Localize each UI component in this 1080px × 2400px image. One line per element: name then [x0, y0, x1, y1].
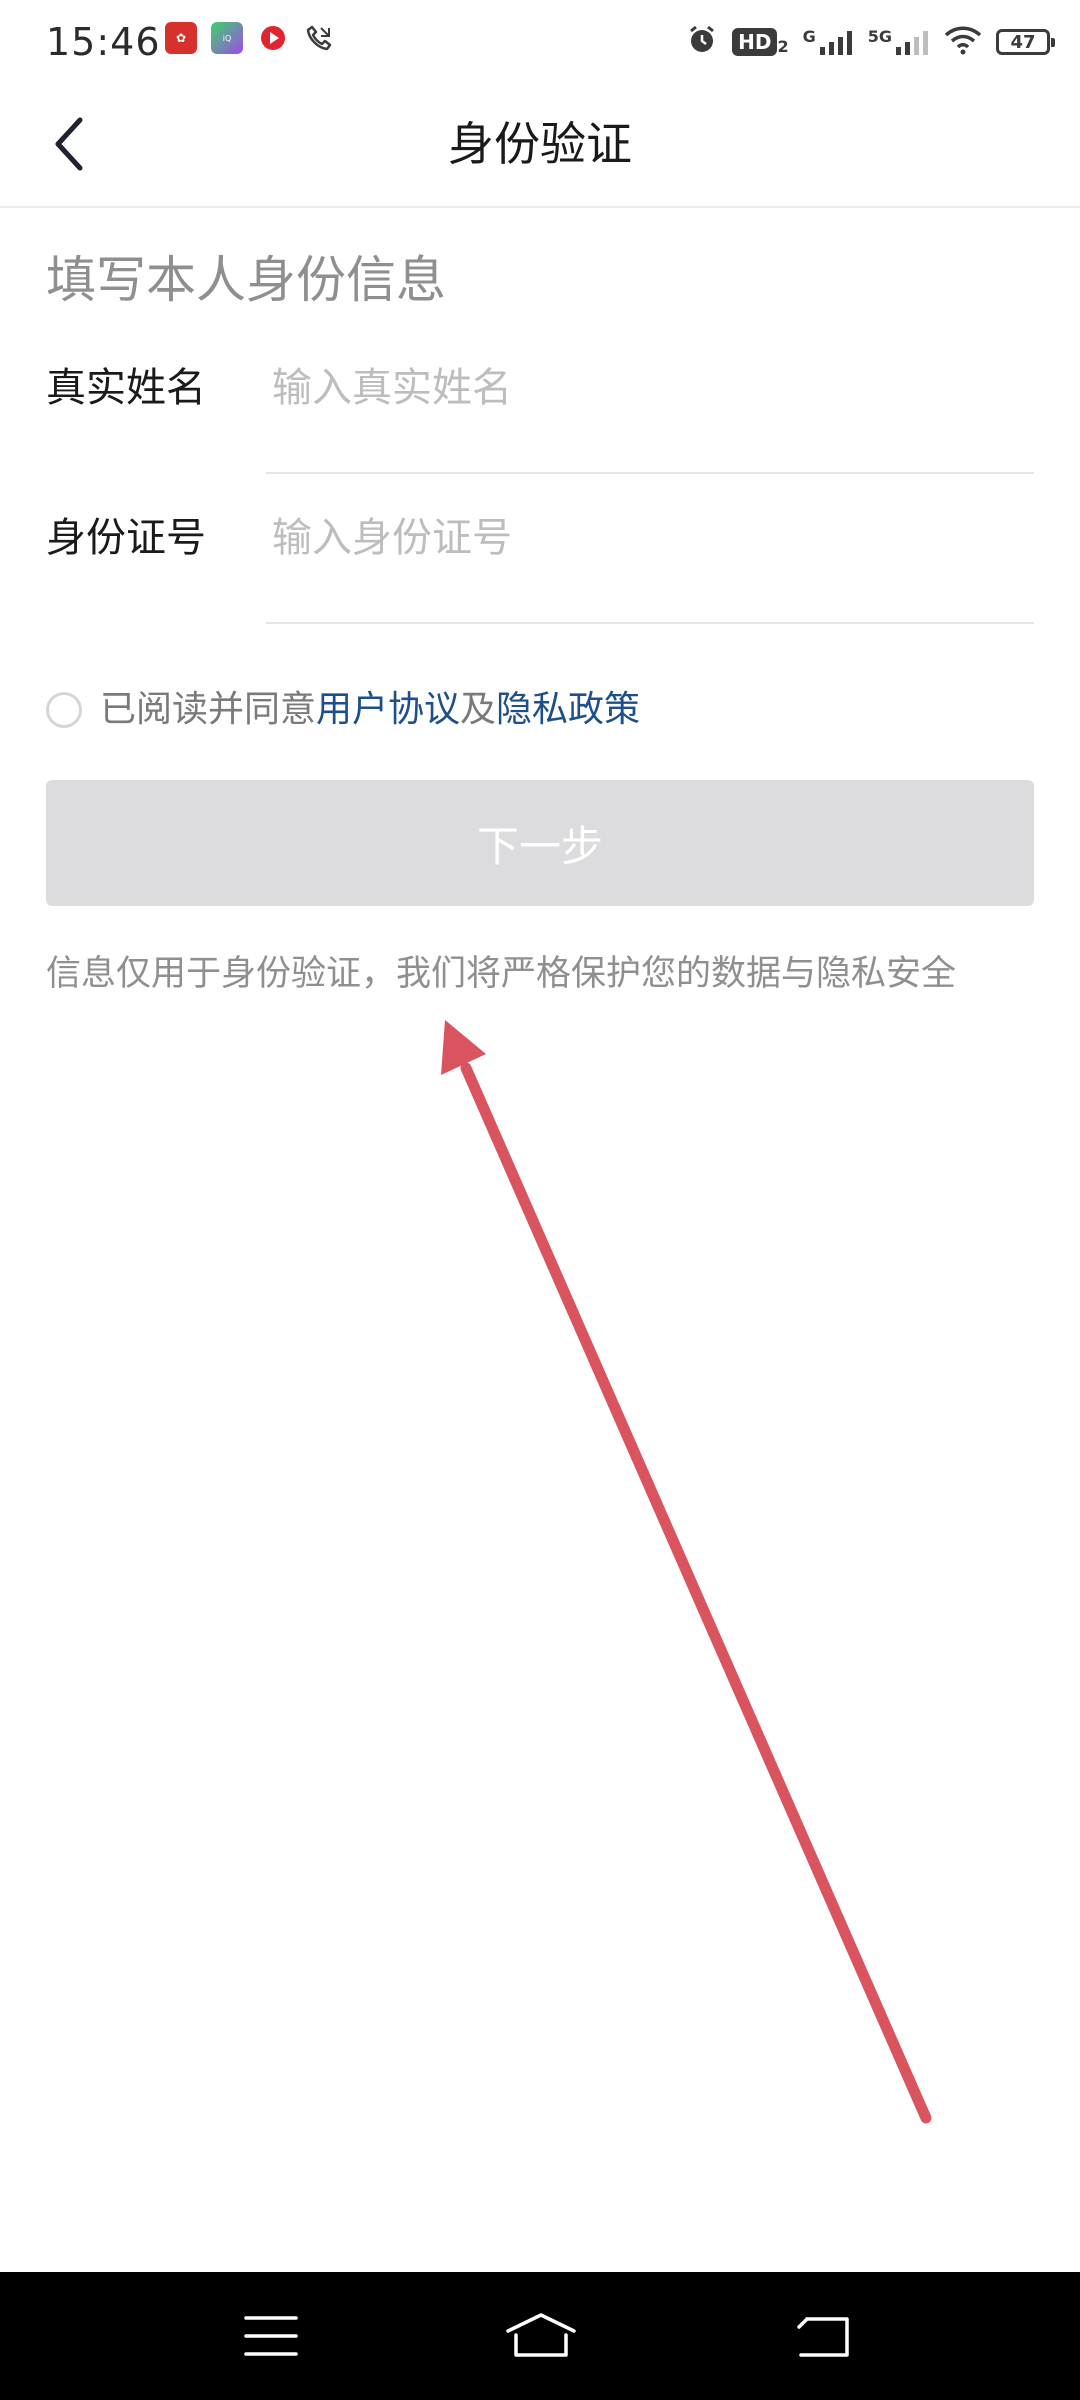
nav-back-button[interactable]: [763, 2272, 883, 2400]
name-label: 真实姓名: [46, 365, 206, 411]
agreement-and: 及: [460, 689, 497, 730]
form-row-name: 真实姓名: [46, 322, 1040, 474]
status-time: 15:46: [46, 20, 161, 64]
annotation-arrow-head: [441, 1020, 486, 1075]
hd-voice-indicator: HD 2: [732, 28, 789, 56]
iqiyi-app-icon: iQ: [211, 22, 243, 54]
alarm-icon: [686, 24, 718, 60]
app-notification-icon: ✿: [165, 22, 197, 54]
section-title: 填写本人身份信息: [46, 251, 446, 309]
phone-call-icon: [303, 22, 335, 54]
agreement-checkbox[interactable]: [46, 692, 82, 728]
wifi-icon: [944, 25, 982, 59]
signal-bars-1-icon: [819, 31, 852, 55]
signal-bars-2-icon: [896, 31, 928, 55]
form-row-id: 身份证号: [46, 472, 1040, 624]
battery-level: 47: [1010, 31, 1036, 53]
user-agreement-link[interactable]: 用户协议: [316, 682, 460, 738]
id-underline: [266, 622, 1034, 624]
network-type-2: 5G: [867, 27, 892, 46]
page-title: 身份验证: [448, 117, 632, 171]
home-icon: [506, 2313, 576, 2357]
signal-1: G: [803, 27, 854, 57]
status-bar: 15:46 ✿ iQ HD 2 G 5G 47: [0, 0, 1080, 84]
nav-home-button[interactable]: [481, 2272, 601, 2400]
id-number-input[interactable]: [266, 500, 1040, 576]
hd-sub-label: 2: [777, 37, 789, 56]
next-step-button[interactable]: 下一步: [46, 780, 1034, 906]
status-indicators: HD 2 G 5G 47: [686, 20, 1055, 64]
agreement-prefix: 已阅读并同意: [100, 689, 317, 730]
system-nav-bar: [0, 2272, 1080, 2400]
status-app-icons: ✿ iQ: [165, 22, 335, 54]
name-input[interactable]: [266, 350, 1040, 426]
menu-icon: [244, 2316, 298, 2356]
signal-2: 5G: [868, 27, 930, 57]
agreement-row: 已阅读并同意 用户协议 及 隐私政策: [46, 682, 640, 738]
id-label: 身份证号: [46, 515, 206, 561]
video-app-icon: [257, 22, 289, 54]
nav-menu-button[interactable]: [211, 2272, 331, 2400]
header: 身份验证: [0, 84, 1080, 208]
annotation-arrow-shaft: [460, 1062, 932, 2124]
hd-badge: HD: [732, 28, 778, 56]
back-arrow-icon: [797, 2317, 849, 2357]
battery-icon: 47: [996, 29, 1055, 55]
privacy-info-text: 信息仅用于身份验证，我们将严格保护您的数据与隐私安全: [46, 954, 957, 994]
network-type-1: G: [802, 27, 816, 46]
privacy-policy-link[interactable]: 隐私政策: [496, 682, 640, 738]
